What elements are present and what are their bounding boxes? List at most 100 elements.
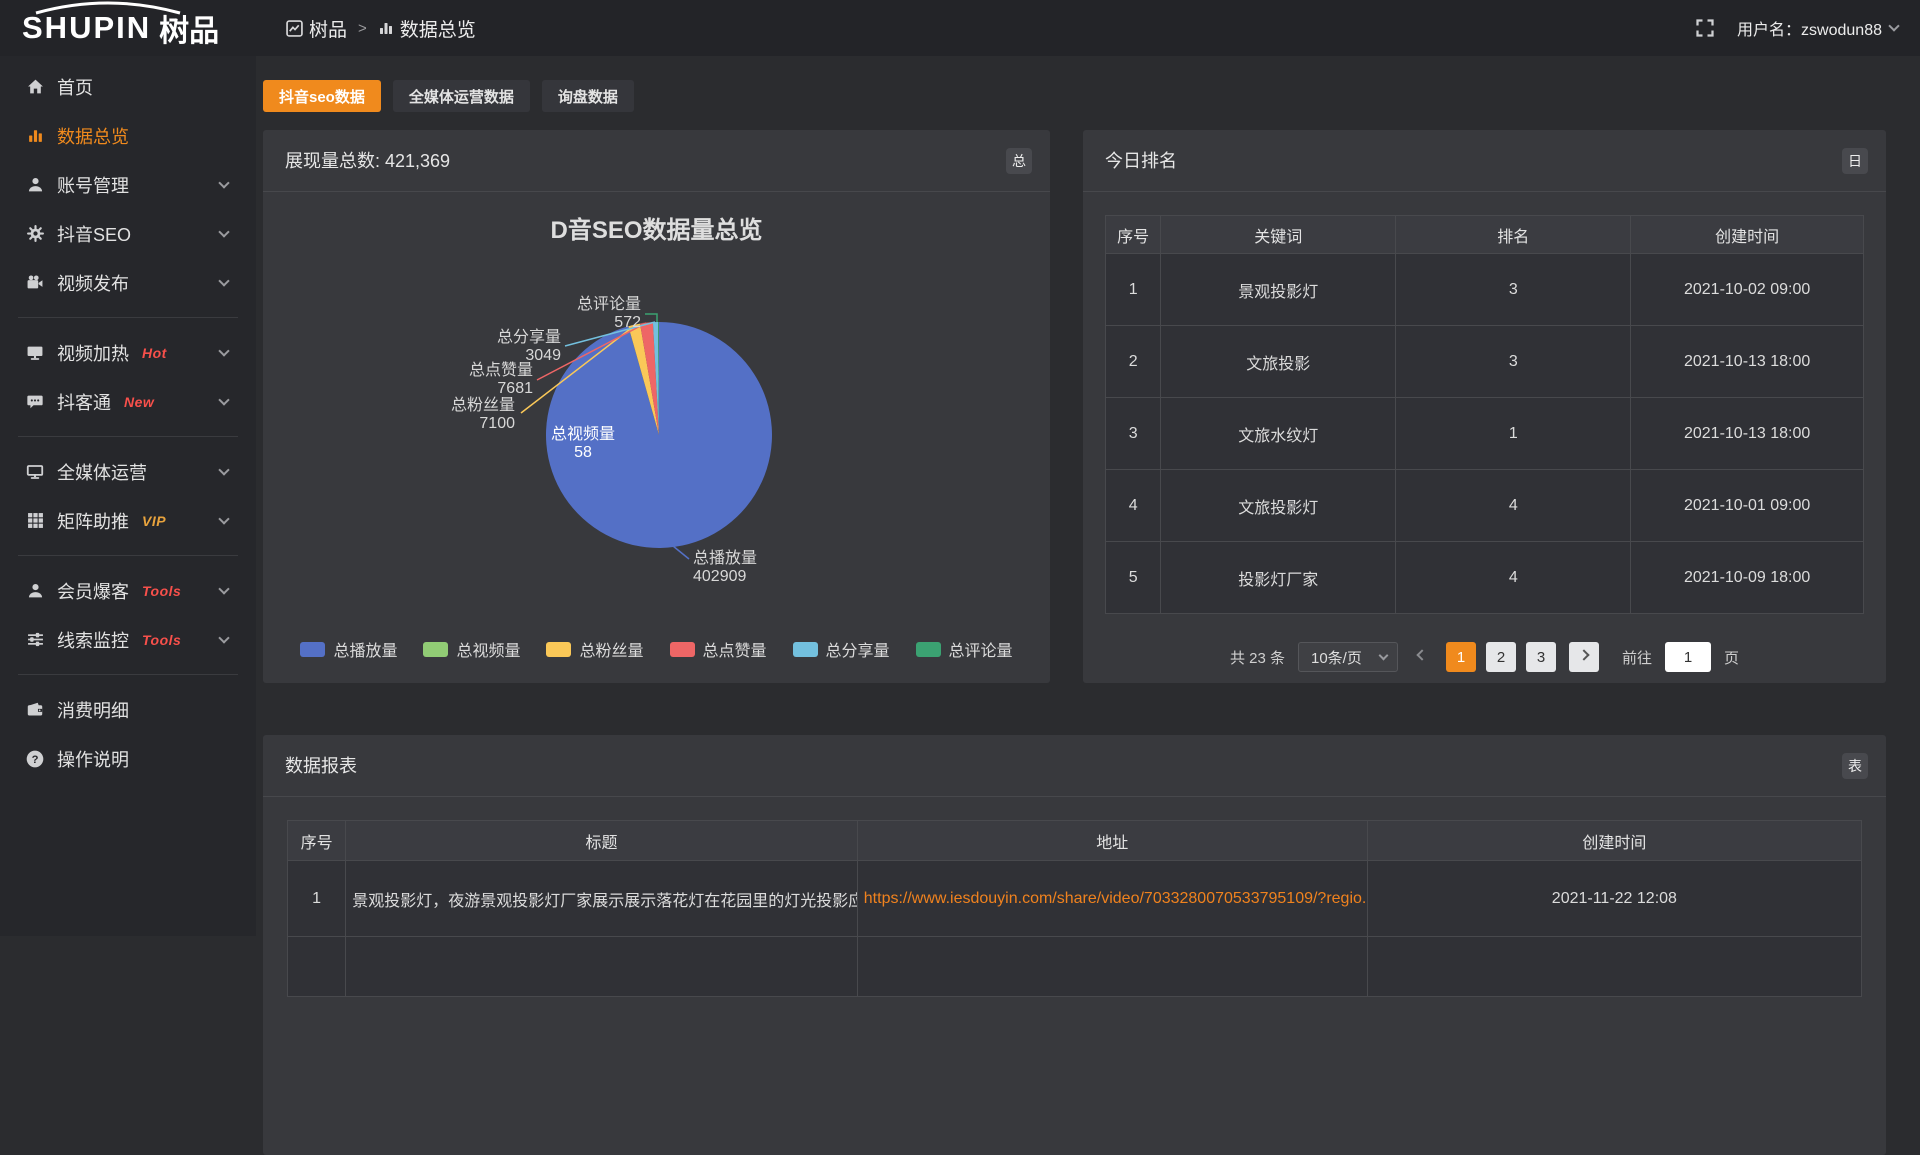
user-menu[interactable]: 用户名：zswodun88 — [1737, 16, 1898, 40]
sidebar-item-视频加热[interactable]: 视频加热 Hot — [0, 328, 256, 377]
chevron-down-icon — [1379, 650, 1389, 660]
tab-全媒体运营数据[interactable]: 全媒体运营数据 — [393, 80, 530, 112]
ranking-cell: 文旅投影 — [1161, 326, 1396, 398]
daily-badge-button[interactable]: 日 — [1842, 148, 1868, 174]
sidebar-item-视频发布[interactable]: 视频发布 — [0, 258, 256, 307]
page-button-2[interactable]: 2 — [1486, 642, 1516, 672]
breadcrumb-item-current[interactable]: 数据总览 — [378, 15, 476, 42]
report-panel-header: 数据报表 表 — [263, 735, 1886, 797]
ranking-cell: 2021-10-02 09:00 — [1631, 254, 1864, 326]
ranking-row: 2文旅投影32021-10-13 18:00 — [1106, 326, 1864, 398]
sidebar-item-label: 视频发布 — [57, 270, 129, 296]
chevron-down-icon — [218, 394, 229, 405]
pie-label-name-总点赞量: 总点赞量 — [469, 361, 533, 379]
pie-label-name-总播放量: 总播放量 — [693, 549, 757, 567]
ranking-cell: 3 — [1396, 254, 1631, 326]
legend-color-chip — [423, 642, 448, 657]
sidebar-item-label: 全媒体运营 — [57, 459, 147, 485]
ranking-cell: 1 — [1106, 254, 1161, 326]
chevron-down-icon — [218, 177, 229, 188]
page-size-select[interactable]: 10条/页 — [1298, 642, 1398, 672]
sidebar-badge-Hot: Hot — [142, 345, 167, 361]
ranking-cell: 2021-10-01 09:00 — [1631, 470, 1864, 542]
ranking-table: 序号关键词排名创建时间 1景观投影灯32021-10-02 09:002文旅投影… — [1105, 215, 1864, 614]
legend-item-总点赞量[interactable]: 总点赞量 — [670, 637, 767, 661]
report-table: 序号标题地址创建时间 1景观投影灯，夜游景观投影灯厂家展示展示落花灯在花园里的灯… — [287, 820, 1862, 997]
sidebar-item-会员爆客[interactable]: 会员爆客 Tools — [0, 566, 256, 615]
ranking-row: 3文旅水纹灯12021-10-13 18:00 — [1106, 398, 1864, 470]
ranking-cell: 5 — [1106, 542, 1161, 614]
prev-page-button[interactable] — [1411, 642, 1433, 672]
sidebar-item-label: 矩阵助推 — [57, 508, 129, 534]
sidebar-item-数据总览[interactable]: 数据总览 — [0, 111, 256, 160]
goto-page-input[interactable] — [1665, 642, 1711, 672]
chevron-left-icon — [1416, 649, 1427, 660]
sidebar-item-首页[interactable]: 首页 — [0, 62, 256, 111]
ranking-cell: 投影灯厂家 — [1161, 542, 1396, 614]
report-col-序号: 序号 — [288, 821, 346, 861]
pie-label-line-总播放量 — [673, 546, 689, 559]
sidebar-item-label: 会员爆客 — [57, 578, 129, 604]
pie-label-name-总分享量: 总分享量 — [497, 328, 561, 346]
sidebar-badge-Tools: Tools — [142, 632, 181, 648]
sidebar-item-抖音SEO[interactable]: 抖音SEO — [0, 209, 256, 258]
legend-item-总分享量[interactable]: 总分享量 — [793, 637, 890, 661]
report-row: 1景观投影灯，夜游景观投影灯厂家展示展示落花灯在花园里的灯光投影应用效果 #ht… — [288, 861, 1862, 937]
sidebar-badge-Tools: Tools — [142, 583, 181, 599]
sidebar-item-操作说明[interactable]: ?操作说明 — [0, 734, 256, 783]
ranking-row: 4文旅投影灯42021-10-01 09:00 — [1106, 470, 1864, 542]
username-label: 用户名：zswodun88 — [1737, 16, 1882, 40]
ranking-cell: 3 — [1106, 398, 1161, 470]
legend-color-chip — [300, 642, 325, 657]
sidebar-item-账号管理[interactable]: 账号管理 — [0, 160, 256, 209]
page-button-1[interactable]: 1 — [1446, 642, 1476, 672]
sidebar-divider — [18, 674, 238, 675]
pie-label-value-总评论量: 572 — [614, 314, 641, 331]
sidebar-item-抖客通[interactable]: 抖客通New — [0, 377, 256, 426]
legend-item-总播放量[interactable]: 总播放量 — [300, 637, 397, 661]
sidebar-item-消费明细[interactable]: 消费明细 — [0, 685, 256, 734]
grid-icon — [26, 512, 44, 529]
video-link[interactable]: https://www.iesdouyin.com/share/video/70… — [864, 890, 1367, 907]
pie-label-value-总点赞量: 7681 — [497, 380, 533, 397]
svg-text:?: ? — [32, 753, 39, 765]
sidebar-badge-VIP: VIP — [142, 513, 166, 529]
ranking-col-序号: 序号 — [1106, 216, 1161, 254]
ranking-col-创建时间: 创建时间 — [1631, 216, 1864, 254]
next-page-button[interactable] — [1569, 642, 1599, 672]
sidebar-item-label: 消费明细 — [57, 697, 129, 723]
trend-icon — [286, 20, 303, 37]
tab-询盘数据[interactable]: 询盘数据 — [542, 80, 634, 112]
sidebar-item-线索监控[interactable]: 线索监控 Tools — [0, 615, 256, 664]
sidebar-item-全媒体运营[interactable]: 全媒体运营 — [0, 447, 256, 496]
sidebar-item-label: 线索监控 — [57, 627, 129, 653]
ranking-cell: 4 — [1396, 542, 1631, 614]
legend-item-总视频量[interactable]: 总视频量 — [423, 637, 520, 661]
pie-label-value-总视频量: 58 — [574, 444, 592, 461]
chat-icon — [26, 393, 44, 410]
chevron-down-icon — [1888, 20, 1899, 31]
legend-label: 总评论量 — [949, 637, 1013, 661]
chevron-right-icon — [1578, 649, 1589, 660]
bar-chart-icon — [378, 20, 394, 36]
sidebar-item-矩阵助推[interactable]: 矩阵助推 VIP — [0, 496, 256, 545]
pie-label-value-总分享量: 3049 — [525, 347, 561, 364]
camera-icon — [26, 274, 44, 291]
page-button-3[interactable]: 3 — [1526, 642, 1556, 672]
ranking-row: 1景观投影灯32021-10-02 09:00 — [1106, 254, 1864, 326]
question-icon: ? — [26, 750, 44, 768]
pie-label-name-总粉丝量: 总粉丝量 — [451, 396, 515, 414]
sidebar-item-label: 视频加热 — [57, 340, 129, 366]
ranking-table-header: 序号关键词排名创建时间 — [1106, 216, 1864, 254]
page-buttons: 123 — [1446, 642, 1556, 672]
table-badge-button[interactable]: 表 — [1842, 753, 1868, 779]
fullscreen-icon[interactable] — [1695, 18, 1715, 38]
legend-item-总评论量[interactable]: 总评论量 — [916, 637, 1013, 661]
chevron-down-icon — [218, 583, 229, 594]
legend-item-总粉丝量[interactable]: 总粉丝量 — [546, 637, 643, 661]
tab-抖音seo数据[interactable]: 抖音seo数据 — [263, 80, 381, 112]
logo-text-en: SHUPIN — [22, 10, 151, 46]
ranking-panel: 今日排名 日 序号关键词排名创建时间 1景观投影灯32021-10-02 09:… — [1083, 130, 1886, 683]
sidebar-item-label: 抖音SEO — [57, 221, 131, 247]
breadcrumb-item-root[interactable]: 树品 — [286, 15, 347, 42]
